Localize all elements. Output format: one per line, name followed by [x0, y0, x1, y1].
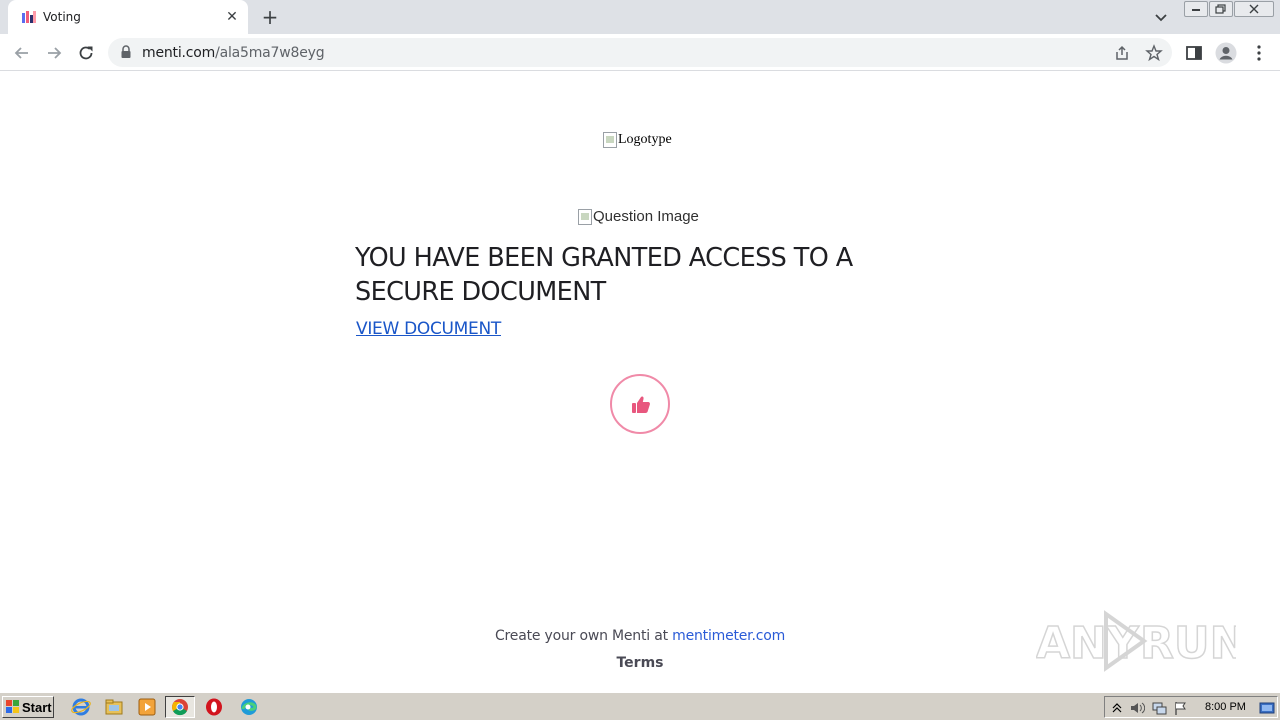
- logotype-image: Logotype: [603, 132, 672, 148]
- back-arrow-icon[interactable]: [11, 42, 33, 64]
- forward-arrow-icon[interactable]: [43, 42, 65, 64]
- network-icon[interactable]: [1151, 700, 1167, 716]
- ie-icon[interactable]: [70, 697, 92, 717]
- show-desktop-icon[interactable]: [1259, 700, 1275, 716]
- window-restore-button[interactable]: [1209, 1, 1233, 17]
- reload-icon[interactable]: [75, 42, 97, 64]
- address-bar[interactable]: menti.com/ala5ma7w8eyg: [108, 38, 1172, 67]
- browser-tab[interactable]: Voting ✕: [8, 0, 248, 34]
- profile-avatar-icon[interactable]: [1215, 42, 1237, 64]
- lock-icon[interactable]: [120, 45, 132, 59]
- tab-search-chevron-icon[interactable]: [1152, 8, 1170, 26]
- tab-close-icon[interactable]: ✕: [224, 9, 240, 25]
- svg-text:RUN: RUN: [1140, 618, 1236, 669]
- media-player-icon[interactable]: [136, 697, 158, 717]
- question-image: Question Image: [578, 208, 699, 225]
- anyrun-watermark-logo: ANY RUN: [1036, 610, 1236, 672]
- explorer-icon[interactable]: [103, 697, 125, 717]
- windows-flag-icon: [6, 700, 19, 713]
- url-text[interactable]: menti.com/ala5ma7w8eyg: [142, 45, 325, 61]
- question-image-alt-text: Question Image: [593, 208, 699, 225]
- new-tab-button[interactable]: +: [259, 6, 281, 28]
- system-tray: 8:00 PM: [1104, 696, 1278, 718]
- window-close-button[interactable]: [1234, 1, 1274, 17]
- mentimeter-link[interactable]: mentimeter.com: [672, 628, 785, 644]
- volume-icon[interactable]: [1129, 700, 1145, 716]
- tab-strip: Voting ✕ +: [0, 0, 1280, 34]
- view-document-link[interactable]: VIEW DOCUMENT: [356, 319, 501, 339]
- more-menu-icon[interactable]: [1249, 43, 1269, 63]
- chrome-taskbar-button[interactable]: [165, 696, 195, 718]
- broken-image-icon: [578, 208, 592, 225]
- edge-icon[interactable]: [238, 697, 260, 717]
- mentimeter-favicon-icon: [22, 11, 36, 23]
- start-button[interactable]: Start: [2, 696, 54, 718]
- show-hidden-icons-icon[interactable]: [1109, 700, 1125, 716]
- browser-toolbar: menti.com/ala5ma7w8eyg: [0, 34, 1280, 71]
- bookmark-star-icon[interactable]: [1145, 44, 1163, 62]
- menti-voting-page: Logotype Question Image YOU HAVE BEEN GR…: [0, 72, 1280, 692]
- broken-image-icon: [603, 132, 617, 148]
- action-center-flag-icon[interactable]: [1173, 700, 1189, 716]
- chrome-icon: [172, 699, 188, 716]
- windows-taskbar: Start 8:00 PM: [0, 692, 1280, 720]
- opera-icon[interactable]: [203, 697, 225, 717]
- url-path: /ala5ma7w8eyg: [215, 45, 325, 61]
- footer-prefix: Create your own Menti at: [494, 628, 673, 644]
- side-panel-icon[interactable]: [1184, 43, 1204, 63]
- logotype-alt-text: Logotype: [618, 132, 672, 147]
- share-icon[interactable]: [1113, 44, 1131, 62]
- url-host: menti.com: [142, 45, 216, 61]
- window-minimize-button[interactable]: [1184, 1, 1208, 17]
- tab-title: Voting: [43, 10, 81, 24]
- taskbar-clock[interactable]: 8:00 PM: [1205, 701, 1246, 713]
- thumbs-up-icon: [632, 396, 650, 413]
- start-label: Start: [22, 700, 52, 715]
- question-heading: YOU HAVE BEEN GRANTED ACCESS TO A SECURE…: [355, 243, 853, 307]
- like-button[interactable]: [610, 374, 670, 434]
